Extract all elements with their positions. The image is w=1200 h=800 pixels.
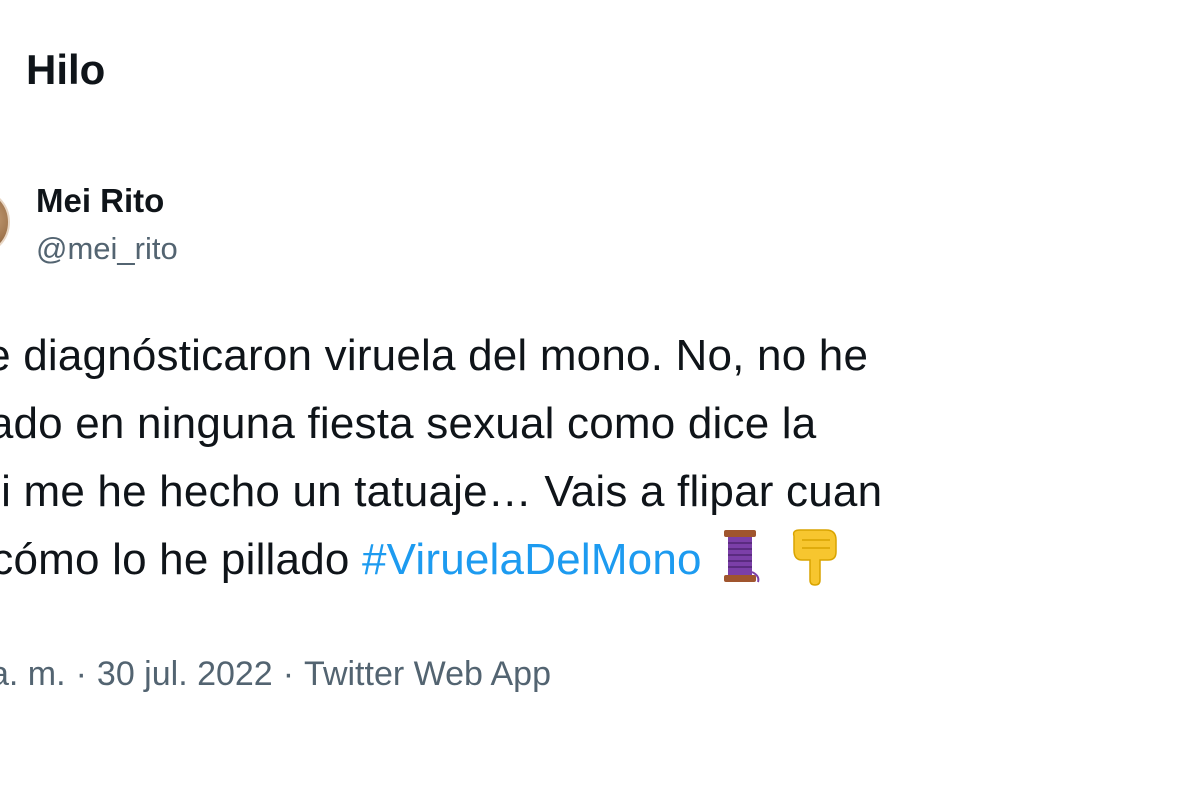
page-title: Hilo [26, 46, 106, 93]
thread-spool-icon [718, 528, 762, 584]
meta-separator: · [282, 655, 295, 693]
tweet-text-line: S, ni me he hecho un tatuaje… Vais a fli… [0, 467, 883, 516]
tweet-text-line: nis cómo lo he pillado #ViruelaDelMono [0, 526, 1200, 594]
tweet-metadata: a. m.·30 jul. 2022·Twitter Web App [0, 652, 551, 696]
tweet-source[interactable]: Twitter Web App [304, 655, 551, 693]
tweet-text-line: r me diagnósticaron viruela del mono. No… [0, 331, 869, 380]
author-handle[interactable]: @mei_rito [36, 229, 178, 269]
pointing-down-hand-icon [786, 526, 842, 586]
tweet-text-segment: nis cómo lo he pillado [0, 535, 350, 584]
author-name[interactable]: Mei Rito [36, 180, 164, 222]
tweet-thread-page: Hilo Mei Rito @mei_rito r me diagnóstica… [0, 0, 1200, 800]
hashtag-link[interactable]: #ViruelaDelMono [362, 535, 702, 584]
tweet-time[interactable]: a. m. [0, 655, 66, 693]
tweet-text: r me diagnósticaron viruela del mono. No… [0, 322, 1200, 594]
tweet-text-line: icipado en ninguna fiesta sexual como di… [0, 399, 817, 448]
tweet-date[interactable]: 30 jul. 2022 [97, 655, 273, 693]
avatar[interactable] [0, 188, 10, 256]
meta-separator: · [75, 655, 87, 693]
